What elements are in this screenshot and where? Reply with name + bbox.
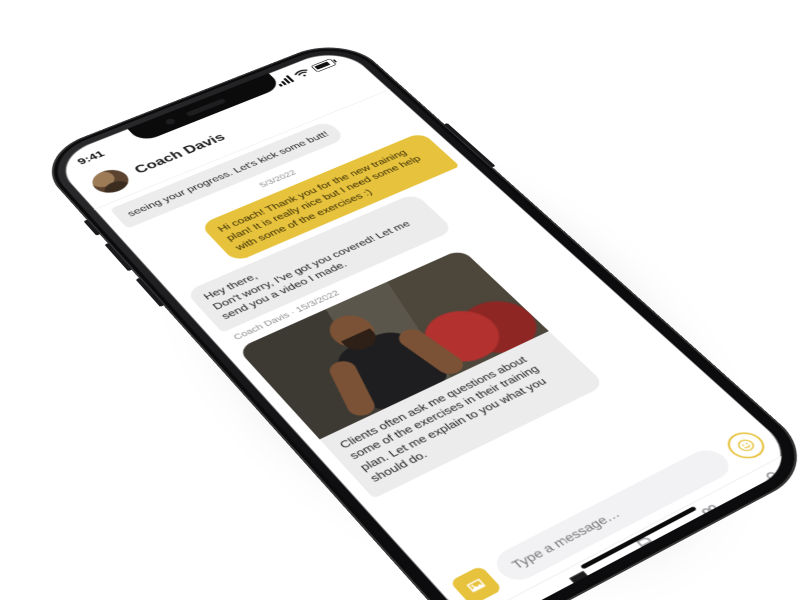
screen: 9:41 Coach Davis — [49, 45, 800, 600]
wifi-icon — [292, 68, 312, 80]
mute-switch[interactable] — [83, 219, 100, 235]
phone-frame: 9:41 Coach Davis — [31, 35, 800, 600]
status-time: 9:41 — [75, 149, 107, 167]
smile-icon — [732, 436, 759, 455]
emoji-button[interactable] — [720, 427, 771, 463]
video-caption: Clients often ask me questions about som… — [320, 331, 607, 499]
coach-avatar[interactable] — [86, 166, 135, 198]
battery-icon — [311, 58, 337, 72]
image-icon — [462, 575, 490, 596]
attach-button[interactable] — [449, 565, 503, 600]
cellular-icon — [274, 75, 294, 87]
